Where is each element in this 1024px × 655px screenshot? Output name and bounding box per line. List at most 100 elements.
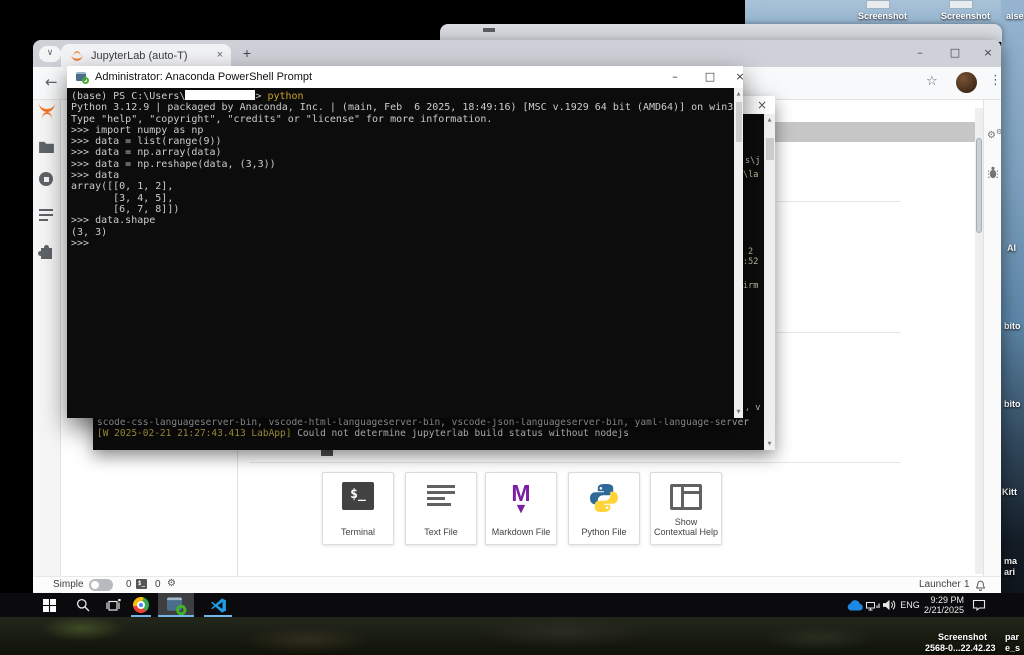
- kernel-status-icon: ⚙: [167, 578, 176, 589]
- divider: [777, 332, 901, 333]
- clipped-log-fragment: s\j: [745, 156, 760, 166]
- desktop-icon-sublabel[interactable]: e_s: [1005, 643, 1020, 653]
- desktop-icon-label[interactable]: Screenshot: [938, 632, 987, 642]
- launcher-card-markdown-file[interactable]: M▼ Markdown File: [485, 472, 557, 545]
- powershell-title: Administrator: Anaconda PowerShell Promp…: [95, 71, 312, 83]
- text-file-icon: [427, 482, 455, 508]
- jupyterlab-favicon-icon: [71, 51, 82, 61]
- browser-tab-strip: ∨ JupyterLab (auto-T) × + – □ ×: [33, 40, 1001, 67]
- powershell-minimize-button[interactable]: –: [661, 66, 689, 88]
- desktop-icon-label[interactable]: Screenshot: [941, 11, 990, 21]
- desktop-icon-sublabel[interactable]: 2568-0...22.42.23: [925, 643, 996, 653]
- terminal-line: >>> data = np.array(data): [71, 147, 743, 158]
- new-tab-button[interactable]: +: [239, 46, 255, 62]
- task-view-icon[interactable]: [102, 593, 124, 617]
- contextual-help-icon: [670, 484, 702, 510]
- desktop-icon-label[interactable]: par: [1005, 632, 1019, 642]
- python-logo-icon: [588, 482, 620, 519]
- powershell-maximize-button[interactable]: □: [696, 66, 724, 88]
- launcher-card-python-file[interactable]: Python File: [568, 472, 640, 545]
- desktop-icon-label[interactable]: ma: [1004, 556, 1017, 566]
- powershell-scrollbar[interactable]: ▲ ▼: [734, 88, 743, 418]
- launcher-card-terminal[interactable]: $_ Terminal: [322, 472, 394, 545]
- launcher-card-text-file[interactable]: Text File: [405, 472, 477, 545]
- desktop-wallpaper-bottom: [0, 617, 1024, 655]
- desktop-icon-thumbnail[interactable]: [949, 0, 973, 9]
- browser-menu-icon[interactable]: ⋮: [989, 73, 1002, 88]
- bell-icon[interactable]: [975, 579, 986, 593]
- simple-mode-toggle[interactable]: [89, 579, 113, 591]
- tab-title: JupyterLab (auto-T): [91, 50, 211, 62]
- chrome-running-indicator: [131, 615, 151, 617]
- taskbar-vscode-icon[interactable]: [202, 593, 234, 617]
- taskbar-search-icon[interactable]: [72, 593, 94, 617]
- browser-tab-jupyterlab[interactable]: JupyterLab (auto-T) ×: [61, 44, 231, 67]
- card-label: Python File: [579, 527, 628, 537]
- browser-minimize-button[interactable]: –: [905, 43, 935, 63]
- desktop-icon-label[interactable]: Kitt: [1002, 487, 1017, 497]
- kernels-count: 0: [155, 579, 161, 590]
- scroll-down-icon[interactable]: ▼: [734, 409, 743, 415]
- terminal-line: [3, 4, 5],: [71, 193, 743, 204]
- volume-icon[interactable]: [880, 593, 898, 617]
- action-center-icon[interactable]: [968, 593, 990, 617]
- taskbar-anaconda-powershell-icon[interactable]: [158, 593, 194, 617]
- jupyterlab-statusbar: Simple 0 $_ 0 ⚙ Launcher 1: [33, 576, 1001, 592]
- browser-close-button[interactable]: ×: [973, 43, 1003, 63]
- clock[interactable]: 9:29 PM2/21/2025: [925, 593, 963, 617]
- scroll-up-icon[interactable]: ▲: [734, 91, 743, 97]
- taskbar-chrome-icon[interactable]: [129, 593, 153, 617]
- card-label: Show Contextual Help: [651, 517, 721, 537]
- clipped-log-fragment: , v: [745, 403, 760, 413]
- start-button[interactable]: [38, 593, 60, 617]
- launcher-card-contextual-help[interactable]: Show Contextual Help: [650, 472, 722, 545]
- launcher-section-divider: [250, 462, 901, 463]
- server-console-scrollbar[interactable]: ▲ ▼: [764, 114, 775, 450]
- redacted-username: [185, 90, 255, 100]
- simple-mode-label: Simple: [53, 579, 84, 590]
- running-kernels-icon[interactable]: [39, 172, 55, 188]
- terminal-line: >>>: [71, 238, 743, 249]
- desktop-icon-label[interactable]: bito: [1004, 399, 1021, 409]
- jupyterlab-tabbar-region: [775, 122, 975, 142]
- profile-avatar[interactable]: [956, 72, 977, 93]
- bookmark-star-icon[interactable]: ☆: [926, 74, 938, 89]
- terminal-line: array([[0, 1, 2],: [71, 181, 743, 192]
- file-browser-icon[interactable]: [39, 140, 55, 156]
- onedrive-cloud-icon[interactable]: [845, 593, 865, 617]
- scroll-up-icon[interactable]: ▲: [764, 117, 775, 123]
- divider: [777, 201, 901, 202]
- browser-restore-button[interactable]: □: [940, 43, 970, 63]
- back-button[interactable]: ←: [45, 73, 58, 91]
- jupyterlab-left-sidebar: [33, 100, 61, 593]
- scroll-down-icon[interactable]: ▼: [764, 441, 775, 447]
- card-label: Text File: [422, 527, 460, 537]
- language-indicator[interactable]: ENG: [898, 593, 922, 617]
- terminal-line: >>> data = list(range(9)): [71, 136, 743, 147]
- tab-close-icon[interactable]: ×: [217, 50, 223, 61]
- debugger-bug-icon[interactable]: [988, 166, 998, 184]
- desktop-icon-label[interactable]: aise: [1006, 11, 1024, 21]
- terminal-line: Type "help", "copyright", "credits" or "…: [71, 114, 743, 125]
- extension-manager-icon[interactable]: [39, 245, 55, 261]
- desktop-icon-label[interactable]: ari: [1004, 567, 1015, 577]
- desktop-icon-label[interactable]: Screenshot: [858, 11, 907, 21]
- anaconda-powershell-icon: [76, 72, 88, 83]
- powershell-window: Administrator: Anaconda PowerShell Promp…: [67, 66, 743, 418]
- desktop-icon-label[interactable]: bito: [1004, 321, 1021, 331]
- desktop-icon-label[interactable]: AI: [1007, 243, 1016, 253]
- notification-count[interactable]: 1: [964, 579, 970, 590]
- tab-search-chevron-icon[interactable]: ∨: [39, 46, 61, 62]
- powershell-output: (base) PS C:\Users\> python Python 3.12.…: [67, 88, 743, 418]
- table-of-contents-icon[interactable]: [39, 208, 55, 224]
- powershell-titlebar[interactable]: Administrator: Anaconda PowerShell Promp…: [67, 66, 743, 88]
- terminals-count: 0: [126, 579, 132, 590]
- windows-taskbar: ENG 9:29 PM2/21/2025: [0, 593, 1024, 617]
- server-console-close-icon[interactable]: ×: [757, 98, 767, 112]
- desktop-icon-thumbnail[interactable]: [866, 0, 890, 9]
- clipped-log-fragment: :52: [743, 257, 758, 267]
- server-log-line: scode-css-languageserver-bin, vscode-htm…: [97, 417, 749, 428]
- property-inspector-icon[interactable]: ⚙⚙: [987, 128, 1001, 141]
- page-scrollbar[interactable]: [975, 108, 983, 574]
- powershell-close-button[interactable]: ×: [726, 66, 754, 88]
